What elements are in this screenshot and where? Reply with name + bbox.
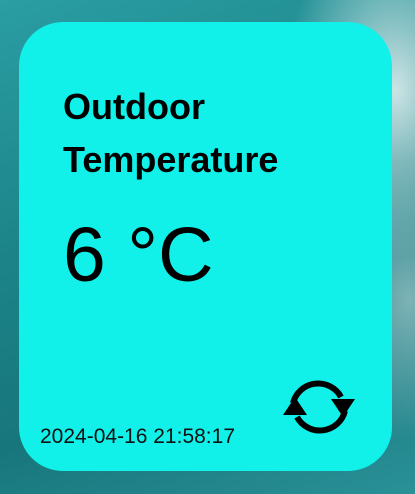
temperature-value: 6 °C — [63, 212, 214, 298]
widget-title: Outdoor Temperature — [63, 86, 279, 180]
temperature-widget[interactable]: Outdoor Temperature 6 °C 2024-04-16 21:5… — [19, 22, 392, 471]
refresh-icon — [283, 380, 355, 434]
refresh-button[interactable] — [274, 362, 364, 452]
last-updated-timestamp: 2024-04-16 21:58:17 — [40, 425, 235, 448]
